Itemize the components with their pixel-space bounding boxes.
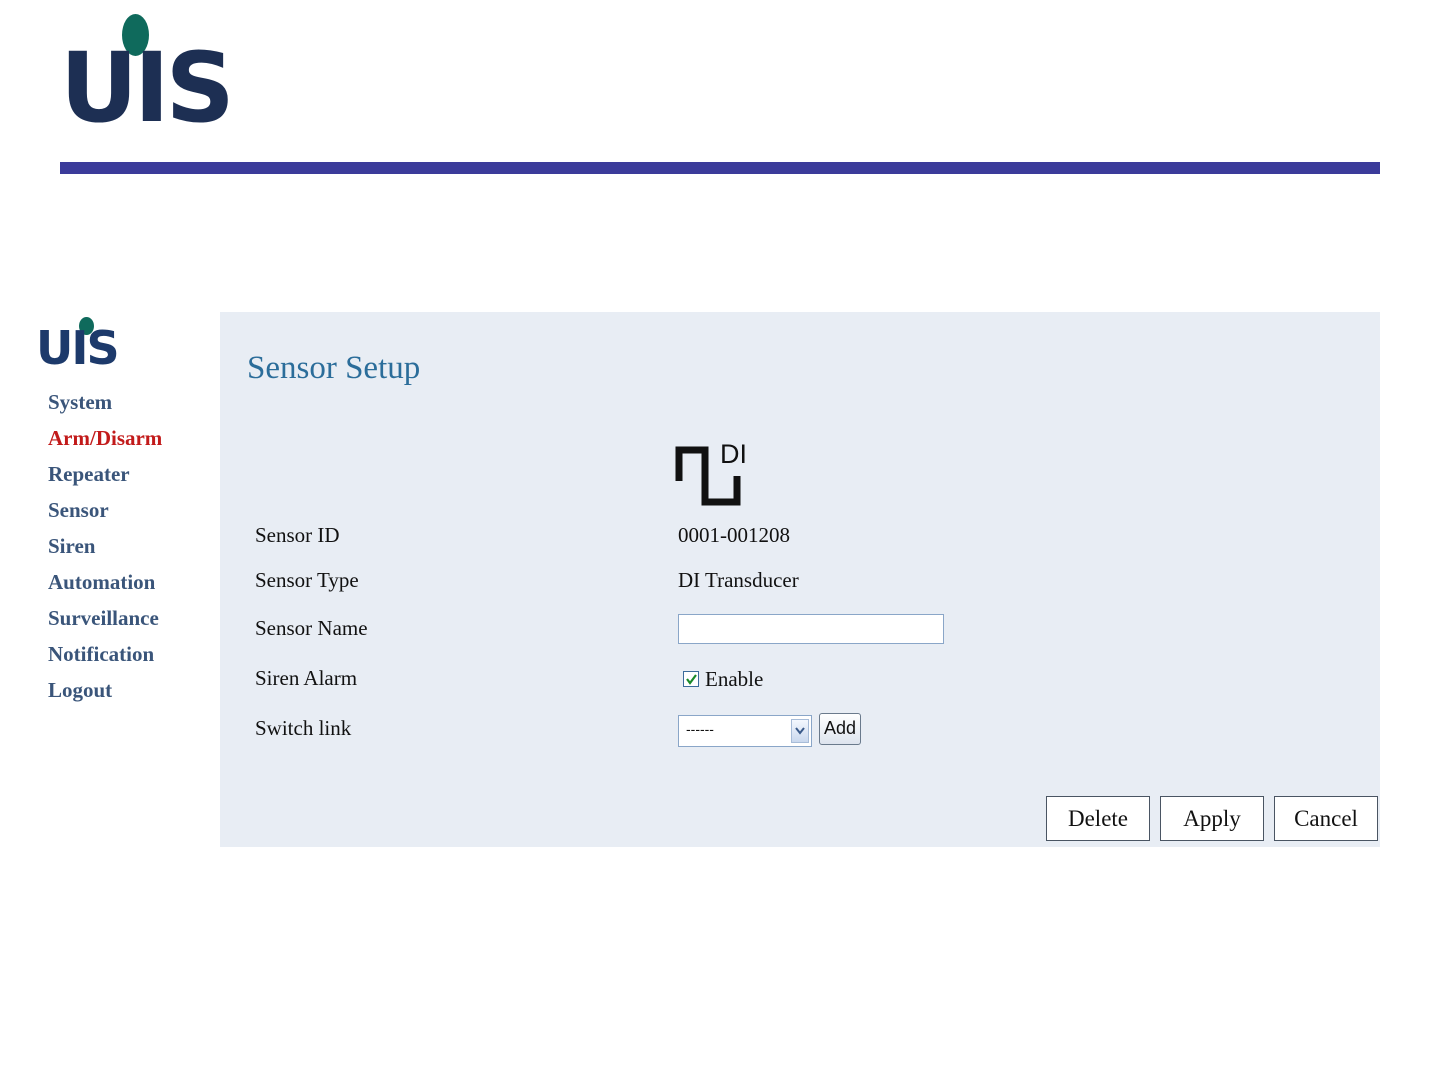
header-bar (60, 162, 1380, 174)
check-icon (686, 674, 697, 685)
sensor-type-label: Sensor Type (255, 568, 359, 592)
logo-text: UIS (60, 32, 235, 144)
di-transducer-icon: DI (675, 439, 747, 506)
cancel-button[interactable]: Cancel (1274, 796, 1378, 841)
sidebar-item-sensor[interactable]: Sensor (48, 492, 208, 528)
sidebar-nav: System Arm/Disarm Repeater Sensor Siren … (48, 384, 208, 708)
sensor-id-label: Sensor ID (255, 523, 340, 547)
switch-link-selected: ------ (686, 721, 714, 737)
sidebar-item-notification[interactable]: Notification (48, 636, 208, 672)
apply-button[interactable]: Apply (1160, 796, 1264, 841)
add-switch-link-button[interactable]: Add (819, 713, 861, 745)
sidebar-item-surveillance[interactable]: Surveillance (48, 600, 208, 636)
switch-link-label: Switch link (255, 716, 352, 740)
sensor-type-value: DI Transducer (678, 568, 799, 592)
sensor-id-value: 0001-001208 (678, 523, 790, 547)
sensor-setup-panel: Sensor Setup DI Sensor ID 0001-001208 Se… (220, 312, 1380, 847)
sidebar-item-arm-disarm[interactable]: Arm/Disarm (48, 420, 208, 456)
sidebar-item-repeater[interactable]: Repeater (48, 456, 208, 492)
sidebar-logo-text: UIS (36, 321, 120, 375)
switch-link-select[interactable]: ------ (678, 715, 812, 747)
sensor-name-input[interactable] (678, 614, 944, 644)
siren-alarm-checkbox[interactable] (683, 671, 699, 687)
chevron-down-icon (791, 719, 809, 743)
page-title: Sensor Setup (247, 350, 421, 386)
sidebar-item-automation[interactable]: Automation (48, 564, 208, 600)
siren-alarm-label: Siren Alarm (255, 666, 358, 690)
uis-logo: UIS (60, 12, 235, 137)
siren-alarm-enable-label: Enable (705, 667, 764, 691)
sidebar-logo: UIS (36, 315, 146, 375)
sidebar-item-siren[interactable]: Siren (48, 528, 208, 564)
delete-button[interactable]: Delete (1046, 796, 1150, 841)
sensor-name-label: Sensor Name (255, 616, 368, 640)
sidebar-item-system[interactable]: System (48, 384, 208, 420)
di-icon-label: DI (720, 439, 747, 469)
sidebar-item-logout[interactable]: Logout (48, 672, 208, 708)
